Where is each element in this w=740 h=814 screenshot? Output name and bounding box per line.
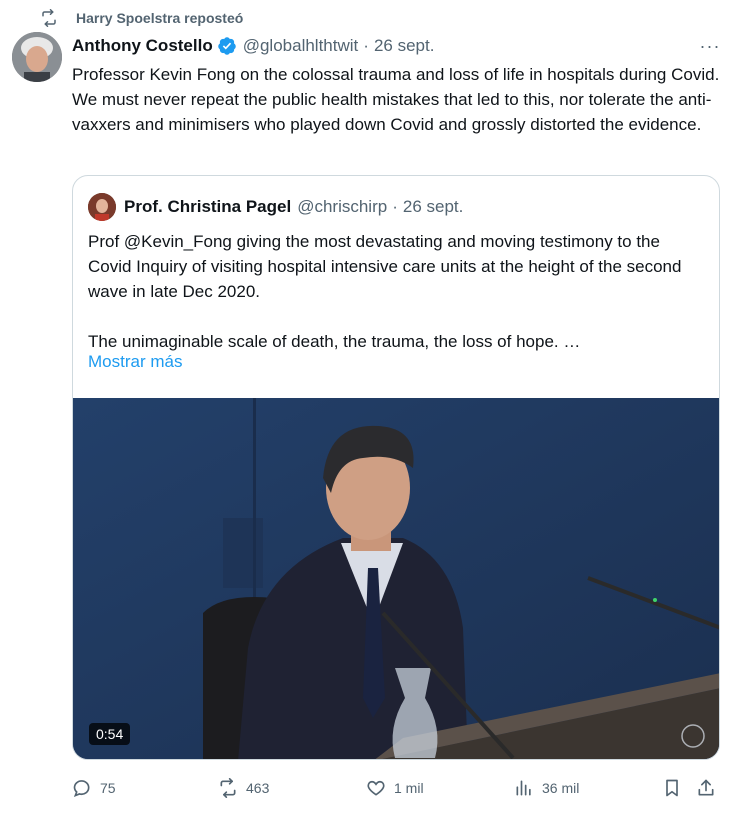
like-button[interactable]: 1 mil <box>366 778 424 798</box>
tweet-text: Professor Kevin Fong on the colossal tra… <box>72 65 720 134</box>
show-more-link[interactable]: Mostrar más <box>88 352 182 372</box>
quote-author-handle[interactable]: @chrischirp <box>297 197 387 217</box>
reply-icon <box>73 780 90 797</box>
video-duration: 0:54 <box>89 723 131 745</box>
bookmark-icon <box>666 779 678 797</box>
quote-avatar[interactable] <box>88 193 116 221</box>
separator: · <box>363 36 369 55</box>
like-icon <box>367 780 385 796</box>
quote-separator: · <box>392 197 398 216</box>
video-thumbnail <box>73 398 719 759</box>
share-icon <box>698 779 714 796</box>
quote-header: Prof. Christina Pagel @chrischirp · 26 s… <box>88 193 463 221</box>
bookmark-button[interactable] <box>662 778 690 798</box>
quote-author-name[interactable]: Prof. Christina Pagel <box>124 197 291 217</box>
quote-paragraph-2: The unimaginable scale of death, the tra… <box>88 332 581 351</box>
more-icon[interactable]: ··· <box>698 36 722 56</box>
video-player[interactable] <box>73 398 719 759</box>
avatar[interactable] <box>12 32 62 82</box>
repost-icon <box>42 9 56 27</box>
share-button[interactable] <box>696 778 724 798</box>
repost-banner[interactable]: Harry Spoelstra reposteó <box>40 8 243 28</box>
reply-count: 75 <box>100 780 116 796</box>
repost-icon <box>220 778 236 798</box>
views-count: 36 mil <box>542 780 580 796</box>
reply-button[interactable]: 75 <box>72 778 116 798</box>
like-count: 1 mil <box>394 780 424 796</box>
views-icon <box>516 780 531 796</box>
tweet-header: Anthony Costello @globalhlthtwit · 26 se… <box>72 34 724 58</box>
verified-icon <box>217 37 236 55</box>
repost-count: 463 <box>246 780 270 796</box>
quote-date: 26 sept. <box>402 197 464 216</box>
action-bar: 75 463 1 mil 36 mil <box>72 772 722 806</box>
repost-button[interactable]: 463 <box>218 778 269 798</box>
views-button[interactable]: 36 mil <box>514 778 579 798</box>
quote-paragraph-1: Prof @Kevin_Fong giving the most devasta… <box>88 232 682 301</box>
tweet-date[interactable]: 26 sept. <box>374 36 435 56</box>
author-handle[interactable]: @globalhlthtwit <box>243 36 359 56</box>
author-name[interactable]: Anthony Costello <box>72 36 213 56</box>
quoted-tweet[interactable]: Prof. Christina Pagel @chrischirp · 26 s… <box>72 175 720 760</box>
repost-label: Harry Spoelstra reposteó <box>76 10 244 26</box>
